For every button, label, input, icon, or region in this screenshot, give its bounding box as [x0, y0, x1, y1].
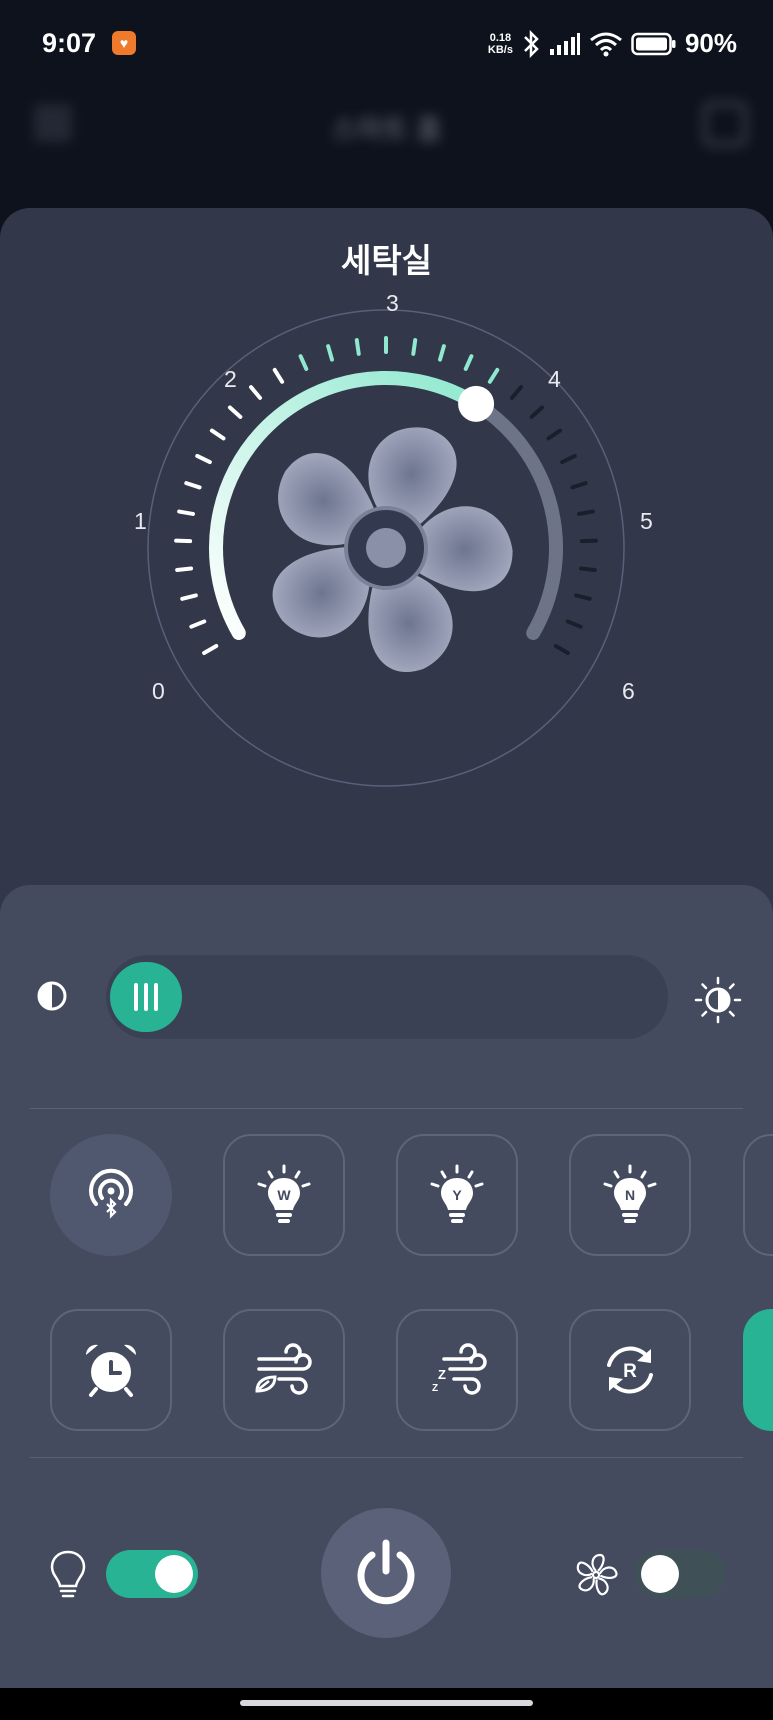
dial-tick [509, 385, 523, 400]
sleep-wind-icon: Z Z [432, 1343, 487, 1395]
natural-wind-icon [255, 1343, 312, 1395]
dial-tick [175, 566, 194, 572]
svg-text:W: W [277, 1187, 291, 1203]
background-title: 스마트 홈 [331, 114, 442, 145]
dial-tick [326, 344, 334, 362]
dial-tick [553, 644, 570, 655]
fan-icon [576, 1553, 618, 1596]
background-app-header: 스마트 홈 [0, 88, 773, 208]
rotate-icon: R [607, 1346, 653, 1394]
dial-tick [438, 344, 446, 362]
light-toggle-knob [155, 1555, 193, 1593]
svg-text:R: R [623, 1361, 637, 1382]
svg-text:Z: Z [432, 1383, 438, 1394]
alarm-clock-icon [85, 1344, 137, 1397]
speed-knob [458, 385, 495, 422]
brightness-icon[interactable] [694, 976, 742, 1024]
fan-toggle[interactable] [634, 1550, 726, 1598]
power-icon [357, 1539, 415, 1605]
dial-tick [560, 453, 577, 465]
fan-toggle-knob [641, 1555, 679, 1593]
bluetooth-scan-icon [89, 1168, 133, 1219]
dial-label-1: 1 [134, 508, 147, 534]
dial-tick [272, 367, 285, 384]
dial-tick [570, 481, 588, 490]
dial-tick [487, 367, 500, 384]
controls-panel: W Y N Z Z R [0, 885, 773, 1720]
dial-tick [574, 593, 592, 601]
dial-tick [227, 405, 243, 419]
dial-tick [577, 509, 595, 516]
status-time: 9:07 [42, 28, 97, 58]
dial-tick [298, 354, 309, 371]
bulb-w-icon: W [257, 1164, 311, 1223]
expand-tab-button[interactable] [743, 1309, 773, 1431]
dial-label-2: 2 [224, 366, 237, 392]
home-icon [703, 102, 747, 146]
bulb-y-button[interactable]: Y [396, 1134, 518, 1256]
divider [30, 1108, 743, 1109]
dial-tick [529, 405, 545, 419]
light-toggle[interactable] [106, 1550, 198, 1598]
bulb-y-icon: Y [430, 1164, 484, 1223]
dial-tick [565, 619, 583, 629]
contrast-icon[interactable] [36, 980, 68, 1012]
svg-text:Z: Z [438, 1367, 446, 1382]
fan-hub [366, 528, 406, 568]
dial-tick [195, 453, 212, 465]
dial-tick [578, 566, 597, 572]
timer-button[interactable] [50, 1309, 172, 1431]
dial-tick [463, 354, 474, 371]
bluetooth-scan-button[interactable] [50, 1134, 172, 1256]
natural-wind-button[interactable] [223, 1309, 345, 1431]
rotate-button[interactable]: R [569, 1309, 691, 1431]
status-icons: 0.18 KB/s 90% [488, 28, 737, 59]
room-title: 세탁실 [340, 242, 433, 279]
fan-speed-dial-graphic [147, 309, 625, 787]
wifi-icon [590, 32, 622, 56]
sleep-wind-button[interactable]: Z Z [396, 1309, 518, 1431]
dial-tick [177, 509, 195, 516]
more-modes-button[interactable] [743, 1134, 773, 1256]
dial-tick [202, 644, 219, 655]
fan-speed-dial[interactable]: 0 1 2 3 4 5 6 [134, 290, 653, 798]
brightness-slider[interactable] [106, 955, 668, 1039]
dial-label-3: 3 [386, 290, 399, 316]
dial-tick [184, 481, 202, 490]
bulb-n-button[interactable]: N [569, 1134, 691, 1256]
net-speed-value: 0.18 [489, 31, 512, 44]
dial-label-6: 6 [622, 678, 635, 704]
battery-percent: 90% [684, 28, 737, 58]
dial-tick [180, 593, 198, 601]
dial-tick [411, 338, 418, 356]
dial-tick [189, 619, 207, 629]
dial-tick [209, 428, 226, 441]
svg-text:N: N [625, 1187, 635, 1203]
dial-label-4: 4 [548, 366, 561, 392]
svg-text:Y: Y [452, 1187, 462, 1203]
signal-icon [549, 32, 580, 55]
power-button[interactable] [321, 1508, 451, 1638]
dial-label-0: 0 [152, 678, 165, 704]
dial-tick [354, 338, 361, 356]
fan-blades-icon [272, 427, 513, 673]
divider [30, 1457, 743, 1458]
status-bar: 9:07 ♥ 0.18 KB/s 90% [0, 0, 773, 88]
dial-tick [546, 428, 563, 441]
network-speed: 0.18 KB/s [488, 32, 513, 56]
net-speed-unit: KB/s [487, 43, 513, 56]
battery-icon [631, 32, 676, 55]
brightness-slider-thumb[interactable] [110, 962, 182, 1032]
bulb-w-button[interactable]: W [223, 1134, 345, 1256]
dial-tick [249, 385, 263, 400]
home-gesture-bar[interactable] [240, 1700, 533, 1706]
bluetooth-icon [524, 29, 539, 58]
bulb-n-icon: N [603, 1164, 657, 1223]
dial-label-5: 5 [640, 508, 653, 534]
app-notification-icon: ♥ [112, 31, 136, 55]
light-bulb-icon [50, 1550, 86, 1598]
